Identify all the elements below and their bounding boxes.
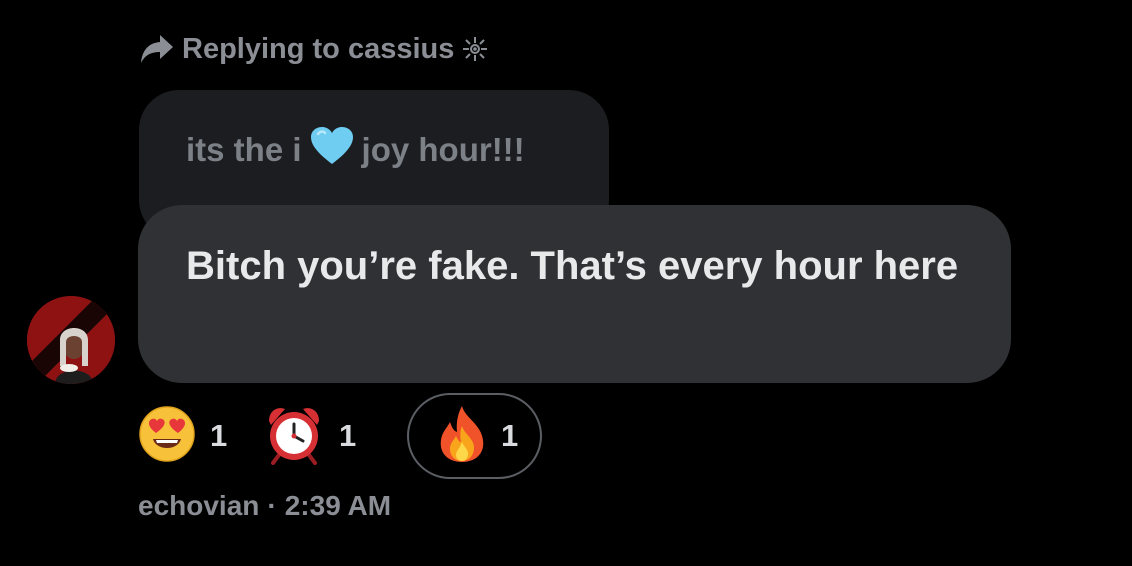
quoted-text-before: its the i xyxy=(186,131,302,168)
alarm-clock-emoji-icon xyxy=(263,403,325,470)
avatar[interactable] xyxy=(27,296,115,384)
separator-dot: · xyxy=(267,490,277,521)
quoted-message-text: its the i joy hour!!! xyxy=(186,126,525,174)
reaction-alarm-clock[interactable]: 1 xyxy=(263,392,379,480)
replying-to-label: Replying to cassius xyxy=(140,30,488,68)
quoted-text-after: joy hour!!! xyxy=(361,131,525,168)
reaction-count: 1 xyxy=(210,418,228,453)
message-text: Bitch you’re fake. That’s every hour her… xyxy=(186,244,959,288)
reaction-fire[interactable]: 1 xyxy=(407,393,543,479)
message-meta: echovian · 2:39 AM xyxy=(138,490,391,522)
reaction-count: 1 xyxy=(339,418,357,453)
blue-heart-icon xyxy=(310,126,354,174)
reactions-bar: 1 1 1 xyxy=(138,392,543,480)
replying-to-text[interactable]: Replying to cassius xyxy=(182,33,454,66)
username[interactable]: echovian xyxy=(138,490,259,522)
message-bubble[interactable]: Bitch you’re fake. That’s every hour her… xyxy=(138,205,1011,383)
heart-eyes-emoji-icon xyxy=(138,405,196,468)
sparkle-icon xyxy=(462,36,488,62)
reply-arrow-icon xyxy=(140,33,174,65)
timestamp: 2:39 AM xyxy=(284,490,392,521)
reaction-heart-eyes[interactable]: 1 xyxy=(138,392,250,480)
reaction-count: 1 xyxy=(501,418,519,453)
fire-emoji-icon xyxy=(437,404,487,469)
